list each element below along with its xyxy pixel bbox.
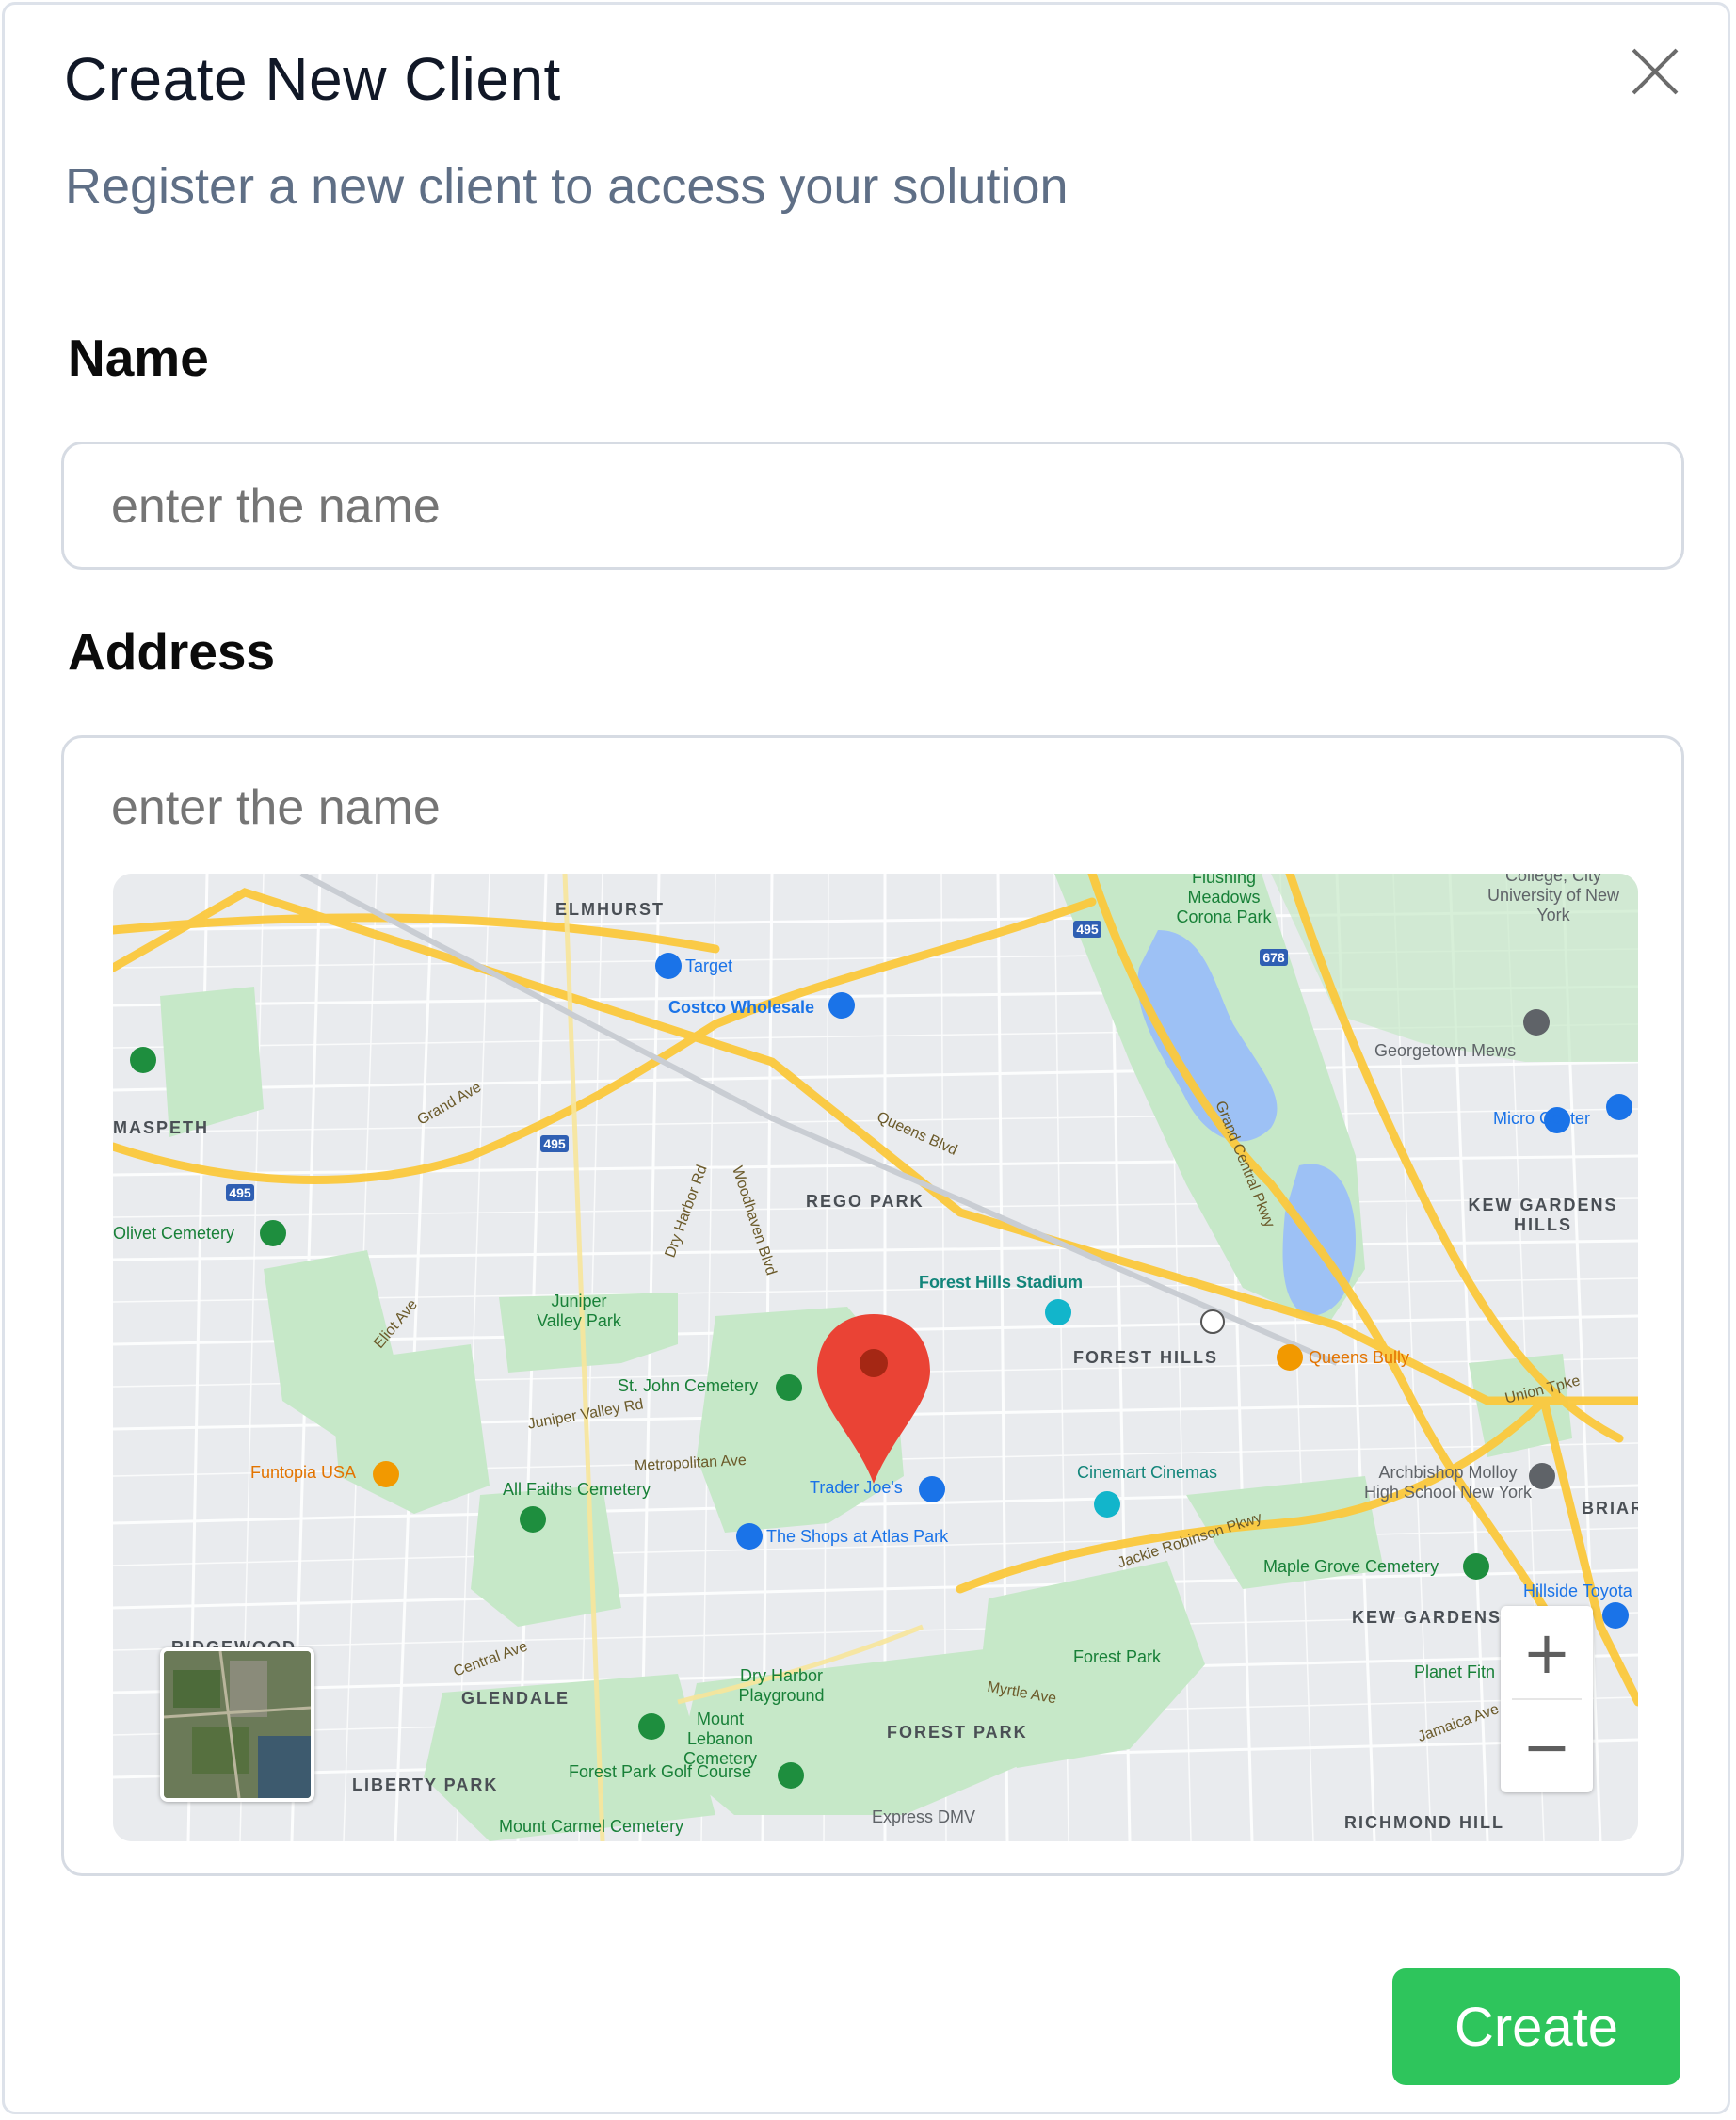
map-label-briar: BRIAR	[1582, 1499, 1638, 1518]
map-label-forest-park: FOREST PARK	[887, 1723, 1028, 1742]
dialog-subtitle: Register a new client to access your sol…	[65, 158, 1069, 215]
map-poi-dry-harbor[interactable]: Dry Harbor Playground	[725, 1666, 838, 1706]
name-input[interactable]	[111, 478, 1523, 535]
map-poi-olivet-cemetery[interactable]: Olivet Cemetery	[113, 1224, 234, 1244]
map-poi-express-dmv[interactable]: Express DMV	[872, 1807, 975, 1827]
map-label-richmond-hill: RICHMOND HILL	[1344, 1813, 1504, 1832]
map-poi-micro-center[interactable]: Micro Center	[1493, 1109, 1590, 1129]
map-poi-georgetown-mews[interactable]: Georgetown Mews	[1374, 1041, 1516, 1061]
map-zoom-controls: + −	[1501, 1606, 1593, 1792]
map-label-kew-gardens: KEW GARDENS	[1352, 1608, 1503, 1627]
address-map[interactable]: 495 495 495 678 ELMHURST MASPETH REGO PA…	[113, 874, 1638, 1841]
name-field-container	[61, 442, 1684, 570]
map-poi-maple-grove[interactable]: Maple Grove Cemetery	[1263, 1557, 1439, 1577]
map-poi-funtopia[interactable]: Funtopia USA	[250, 1463, 356, 1483]
map-label-liberty-park: LIBERTY PARK	[352, 1775, 499, 1794]
map-poi-mount-carmel[interactable]: Mount Carmel Cemetery	[499, 1817, 683, 1837]
map-poi-all-faiths-cemetery[interactable]: All Faiths Cemetery	[503, 1480, 651, 1500]
zoom-in-button[interactable]: +	[1501, 1606, 1593, 1698]
map-poi-college[interactable]: College, City University of New York	[1469, 874, 1638, 925]
map-poi-juniper-valley-park[interactable]: Juniper Valley Park	[527, 1292, 631, 1331]
map-poi-forest-park[interactable]: Forest Park	[1073, 1647, 1161, 1667]
svg-text:678: 678	[1262, 950, 1285, 965]
svg-text:495: 495	[229, 1185, 251, 1200]
name-label: Name	[68, 329, 209, 387]
svg-text:495: 495	[543, 1136, 566, 1151]
map-poi-forest-park-golf[interactable]: Forest Park Golf Course	[569, 1762, 751, 1782]
map-label-maspeth: MASPETH	[113, 1118, 210, 1137]
map-label-forest-hills: FOREST HILLS	[1073, 1348, 1218, 1367]
dialog-title: Create New Client	[64, 45, 561, 113]
map-poi-st-john-cemetery[interactable]: St. John Cemetery	[618, 1376, 758, 1396]
map-label-kew-gardens-hills: KEW GARDENS HILLS	[1468, 1196, 1618, 1234]
map-label-glendale: GLENDALE	[461, 1689, 570, 1708]
satellite-layer-toggle[interactable]	[160, 1647, 314, 1802]
map-poi-forest-hills-stadium[interactable]: Forest Hills Stadium	[919, 1273, 1083, 1293]
map-poi-mount-lebanon[interactable]: Mount Lebanon Cemetery	[668, 1710, 772, 1769]
close-icon[interactable]	[1622, 39, 1688, 104]
map-poi-cinemart[interactable]: Cinemart Cinemas	[1077, 1463, 1217, 1483]
map-poi-archbishop-molloy[interactable]: Archbishop Molloy High School New York	[1363, 1463, 1533, 1502]
map-poi-queens-bully[interactable]: Queens Bully	[1309, 1348, 1409, 1368]
map-poi-shops-atlas-park[interactable]: The Shops at Atlas Park	[766, 1527, 948, 1547]
address-label: Address	[68, 622, 276, 681]
map-poi-flushing-meadows[interactable]: Flushing Meadows Corona Park	[1167, 874, 1280, 927]
create-client-dialog: Create New Client Register a new client …	[2, 2, 1730, 2114]
map-label-rego-park: REGO PARK	[806, 1192, 924, 1211]
map-poi-target[interactable]: Target	[685, 956, 732, 976]
create-button[interactable]: Create	[1392, 1968, 1680, 2085]
map-poi-trader-joes[interactable]: Trader Joe's	[810, 1478, 903, 1498]
map-poi-costco[interactable]: Costco Wholesale	[668, 998, 814, 1018]
zoom-out-button[interactable]: −	[1501, 1700, 1593, 1792]
address-field-container: 495 495 495 678 ELMHURST MASPETH REGO PA…	[61, 735, 1684, 1876]
address-input[interactable]	[111, 779, 1523, 836]
map-poi-hillside-toyota[interactable]: Hillside Toyota	[1523, 1582, 1632, 1601]
map-label-elmhurst: ELMHURST	[555, 900, 665, 919]
satellite-thumbnail-icon	[164, 1651, 311, 1798]
map-poi-planet-fitness[interactable]: Planet Fitn	[1414, 1662, 1495, 1682]
svg-text:495: 495	[1076, 922, 1099, 937]
